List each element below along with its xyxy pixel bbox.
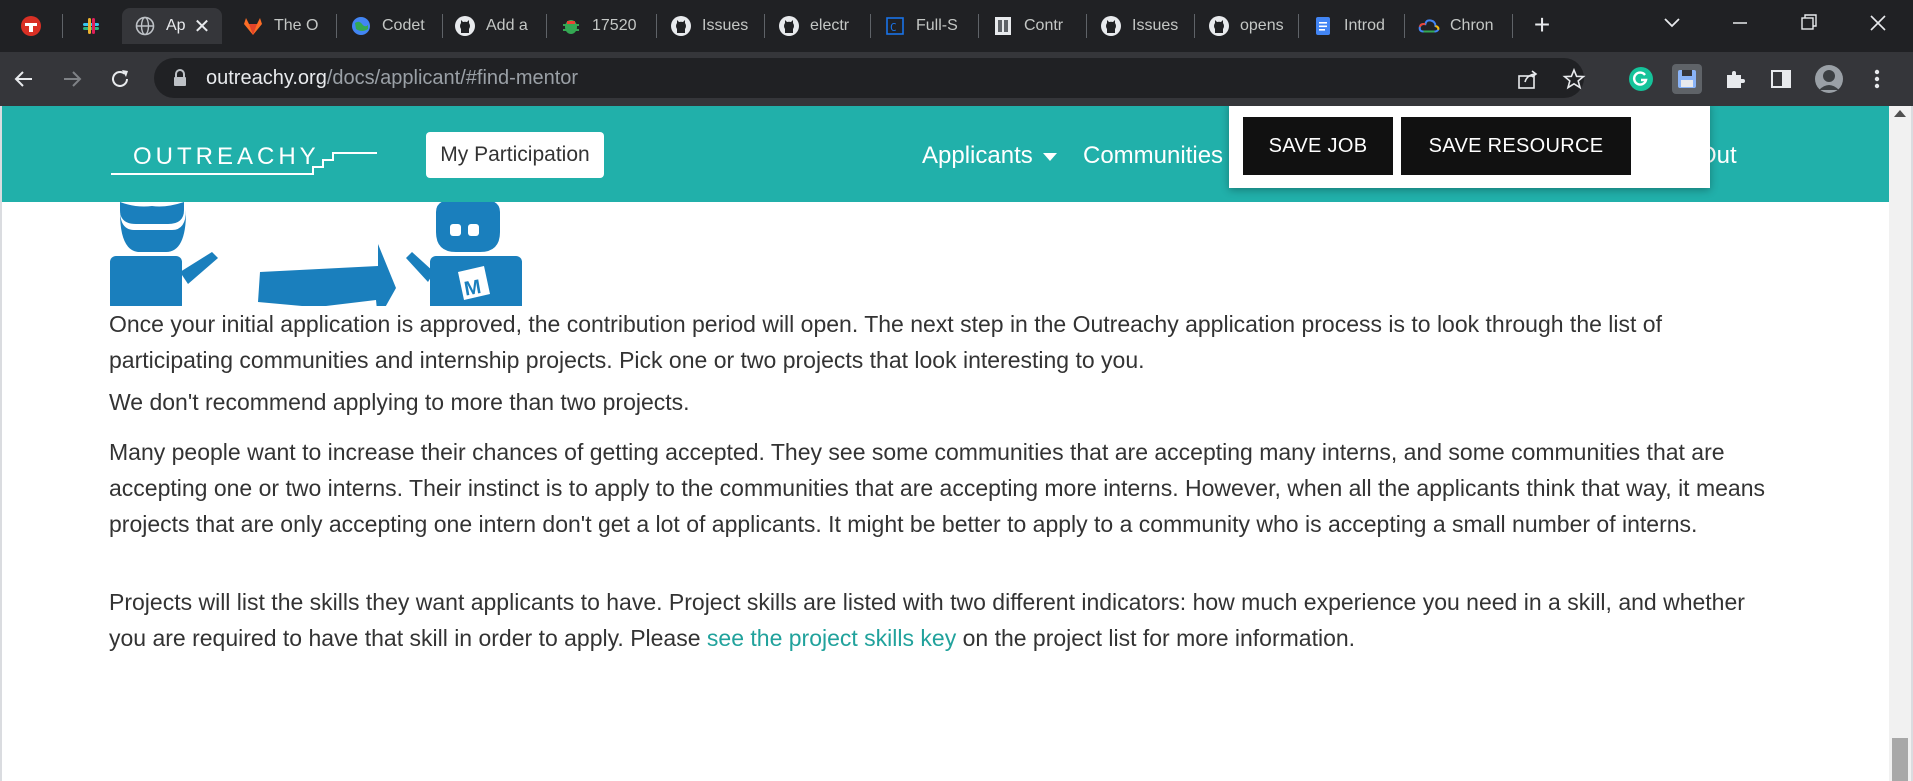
- tab-title: Issues: [702, 17, 749, 34]
- nav-applicants-label: Applicants: [922, 142, 1033, 169]
- project-skills-key-link[interactable]: see the project skills key: [707, 625, 956, 651]
- github-icon: [778, 15, 800, 37]
- tab-title: Issues: [1132, 17, 1179, 34]
- url-path: /docs/applicant/#find-mentor: [326, 67, 579, 89]
- scroll-thumb[interactable]: [1892, 738, 1908, 781]
- tab-title: Codet: [382, 17, 425, 34]
- tab-title: 17520: [592, 17, 637, 34]
- globe-icon: [134, 15, 156, 37]
- svg-text:C: C: [890, 21, 897, 34]
- url-text: outreachy.org/docs/applicant/#find-mento…: [206, 67, 578, 90]
- tab-title: Contr: [1024, 17, 1064, 34]
- tab-active[interactable]: Ap ✕: [122, 8, 222, 44]
- google-cloud-icon: [1418, 15, 1440, 37]
- nav-applicants-dropdown[interactable]: Applicants: [922, 142, 1057, 170]
- tab[interactable]: opens: [1196, 8, 1298, 44]
- paragraph-contribution-period: Once your initial application is approve…: [109, 311, 1662, 373]
- page-scrollbar[interactable]: [1889, 106, 1911, 781]
- tab-pinned-1[interactable]: [8, 8, 52, 44]
- minimize-icon[interactable]: [1722, 8, 1758, 38]
- bookmark-star-icon[interactable]: [1562, 67, 1586, 91]
- tab[interactable]: Introd: [1300, 8, 1402, 44]
- scroll-up-arrow-icon[interactable]: [1894, 110, 1906, 117]
- close-window-icon[interactable]: [1860, 8, 1896, 38]
- tab-title: Introd: [1344, 17, 1385, 34]
- globe-icon: [350, 15, 372, 37]
- browser-tab-strip: Ap ✕ The O Codet Add a 17520 Issues elec…: [0, 0, 1913, 52]
- reload-icon: [112, 70, 128, 87]
- close-tab-icon[interactable]: ✕: [194, 14, 211, 39]
- restore-icon[interactable]: [1790, 8, 1826, 38]
- tab-title: Full-S: [916, 17, 958, 34]
- svg-text:OUTREACHY: OUTREACHY: [133, 144, 320, 170]
- github-icon: [670, 15, 692, 37]
- paragraph-chances-accepted: Many people want to increase their chanc…: [109, 439, 1765, 537]
- tab[interactable]: electr: [766, 8, 866, 44]
- tab[interactable]: The O: [230, 8, 326, 44]
- profile-avatar[interactable]: [1814, 64, 1844, 94]
- save-job-button[interactable]: SAVE JOB: [1243, 117, 1393, 175]
- tab-title: Add a: [486, 17, 528, 34]
- outreachy-logo[interactable]: OUTREACHY: [109, 143, 379, 183]
- forward-button[interactable]: [56, 63, 88, 95]
- tab[interactable]: C Full-S: [872, 8, 976, 44]
- tab[interactable]: Contr: [980, 8, 1084, 44]
- github-icon: [1208, 15, 1230, 37]
- forward-arrow-icon: [64, 71, 82, 87]
- tab[interactable]: Issues: [1088, 8, 1192, 44]
- tab-title: electr: [810, 17, 850, 34]
- red-app-icon: [20, 15, 42, 37]
- tab-title: Chron: [1450, 17, 1494, 34]
- paragraph-text: on the project list for more information…: [956, 625, 1356, 651]
- browser-toolbar: outreachy.org/docs/applicant/#find-mento…: [0, 52, 1913, 106]
- tab-pinned-2[interactable]: [68, 8, 120, 44]
- tab[interactable]: Issues: [658, 8, 764, 44]
- gitlab-icon: [242, 15, 264, 37]
- doc-icon: [992, 15, 1014, 37]
- extensions-puzzle-icon[interactable]: [1720, 64, 1750, 94]
- github-icon: [454, 15, 476, 37]
- bug-icon: [560, 15, 582, 37]
- github-icon: [1100, 15, 1122, 37]
- reload-button[interactable]: [104, 63, 136, 95]
- url-host: outreachy.org: [206, 67, 327, 89]
- nav-communities-link[interactable]: Communities: [1083, 142, 1223, 170]
- my-participation-button[interactable]: My Participation: [426, 132, 604, 178]
- back-arrow-icon: [14, 71, 32, 87]
- tab[interactable]: Add a: [442, 8, 542, 44]
- tab[interactable]: 17520: [548, 8, 652, 44]
- tab-title: Ap: [166, 17, 186, 34]
- lock-icon[interactable]: [172, 69, 188, 92]
- tab[interactable]: Codet: [338, 8, 442, 44]
- tab-search-icon[interactable]: [1654, 8, 1690, 38]
- address-bar[interactable]: outreachy.org/docs/applicant/#find-mento…: [154, 58, 1586, 98]
- back-button[interactable]: [8, 63, 40, 95]
- slack-icon: [80, 15, 102, 37]
- caret-down-icon: [1042, 152, 1057, 161]
- grammarly-icon[interactable]: [1626, 64, 1656, 94]
- paragraph-recommend-two-projects: We don't recommend applying to more than…: [109, 389, 690, 415]
- tab-title: opens: [1240, 17, 1284, 34]
- save-popup: SAVE JOB SAVE RESOURCE: [1229, 106, 1710, 188]
- tab-title: The O: [274, 17, 319, 34]
- google-docs-icon: [1312, 15, 1334, 37]
- code-icon: C: [884, 15, 906, 37]
- paragraph-project-skills: Projects will list the skills they want …: [109, 584, 1769, 656]
- web-page: OUTREACHY My Participation Applicants Co…: [0, 106, 1913, 781]
- share-icon[interactable]: [1516, 67, 1540, 91]
- save-extension-icon[interactable]: [1672, 64, 1702, 94]
- mentor-illustration: M: [106, 200, 526, 328]
- tab[interactable]: Chron: [1406, 8, 1510, 44]
- new-tab-button[interactable]: +: [1526, 10, 1558, 42]
- side-panel-icon[interactable]: [1766, 64, 1796, 94]
- menu-kebab-icon[interactable]: [1862, 64, 1892, 94]
- save-resource-button[interactable]: SAVE RESOURCE: [1401, 117, 1631, 175]
